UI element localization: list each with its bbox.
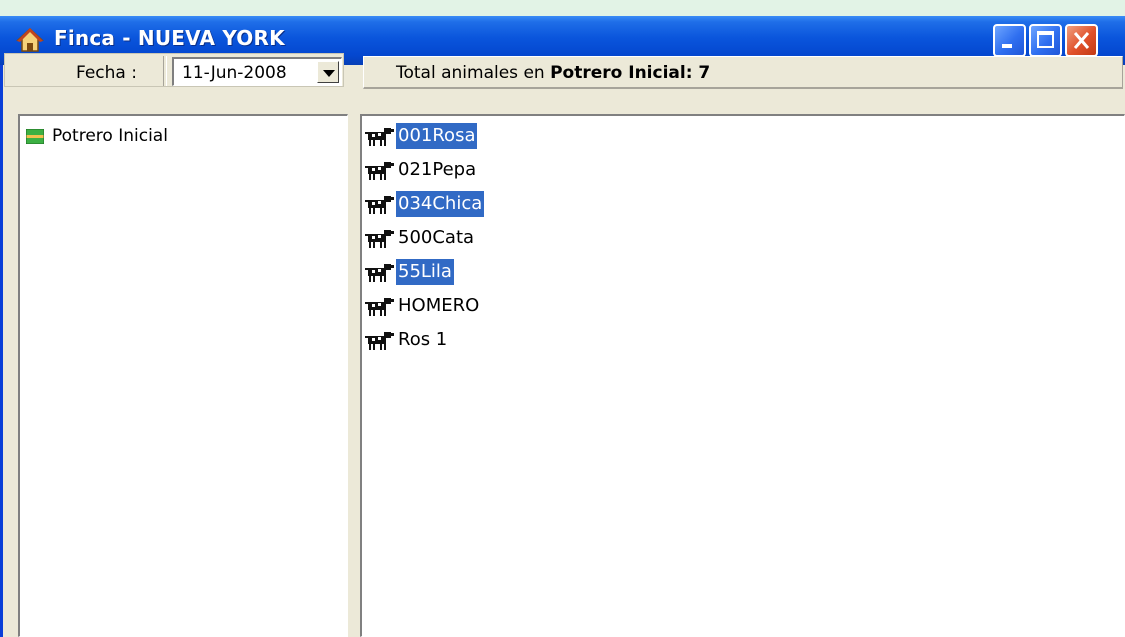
pasture-icon <box>26 129 44 144</box>
window-title: Finca - NUEVA YORK <box>54 26 285 50</box>
close-icon <box>1073 32 1090 49</box>
animal-name: HOMERO <box>398 295 480 316</box>
cow-icon <box>365 162 394 180</box>
cow-icon <box>365 332 394 350</box>
minimize-icon <box>1002 44 1012 48</box>
total-animals-text: Total animales en Potrero Inicial: 7 <box>396 63 710 83</box>
total-animals-header: Total animales en Potrero Inicial: 7 <box>363 56 1123 89</box>
animal-name: 034Chica <box>396 191 485 217</box>
animal-name: 001Rosa <box>396 123 478 149</box>
chevron-down-icon <box>323 70 335 77</box>
animal-name: Ros 1 <box>398 329 448 350</box>
label-separator <box>163 56 167 86</box>
cow-icon <box>365 298 394 316</box>
maximize-icon <box>1037 31 1054 48</box>
animal-list[interactable]: 001Rosa 021Pepa 034Chica 500Cata 55Lila … <box>360 114 1125 637</box>
date-value: 11-Jun-2008 <box>182 63 287 83</box>
cow-icon <box>365 196 394 214</box>
animal-name: 021Pepa <box>398 159 477 180</box>
pane-splitter[interactable] <box>346 90 360 621</box>
total-prefix: Total animales en <box>396 63 551 83</box>
total-count: Potrero Inicial: 7 <box>550 63 711 83</box>
minimize-button[interactable] <box>993 24 1026 57</box>
cow-icon <box>365 128 394 146</box>
date-dropdown-button[interactable] <box>317 61 339 83</box>
maximize-button[interactable] <box>1029 24 1062 57</box>
tree-item-label: Potrero Inicial <box>52 126 168 146</box>
date-select[interactable]: 11-Jun-2008 <box>172 57 342 86</box>
pasture-tree[interactable]: Potrero Inicial <box>18 114 348 637</box>
cow-icon <box>365 230 394 248</box>
animal-name: 55Lila <box>396 259 454 285</box>
close-button[interactable] <box>1065 24 1098 57</box>
house-icon <box>16 27 44 52</box>
animal-name: 500Cata <box>398 227 475 248</box>
fecha-label: Fecha : <box>76 63 137 83</box>
cow-icon <box>365 264 394 282</box>
